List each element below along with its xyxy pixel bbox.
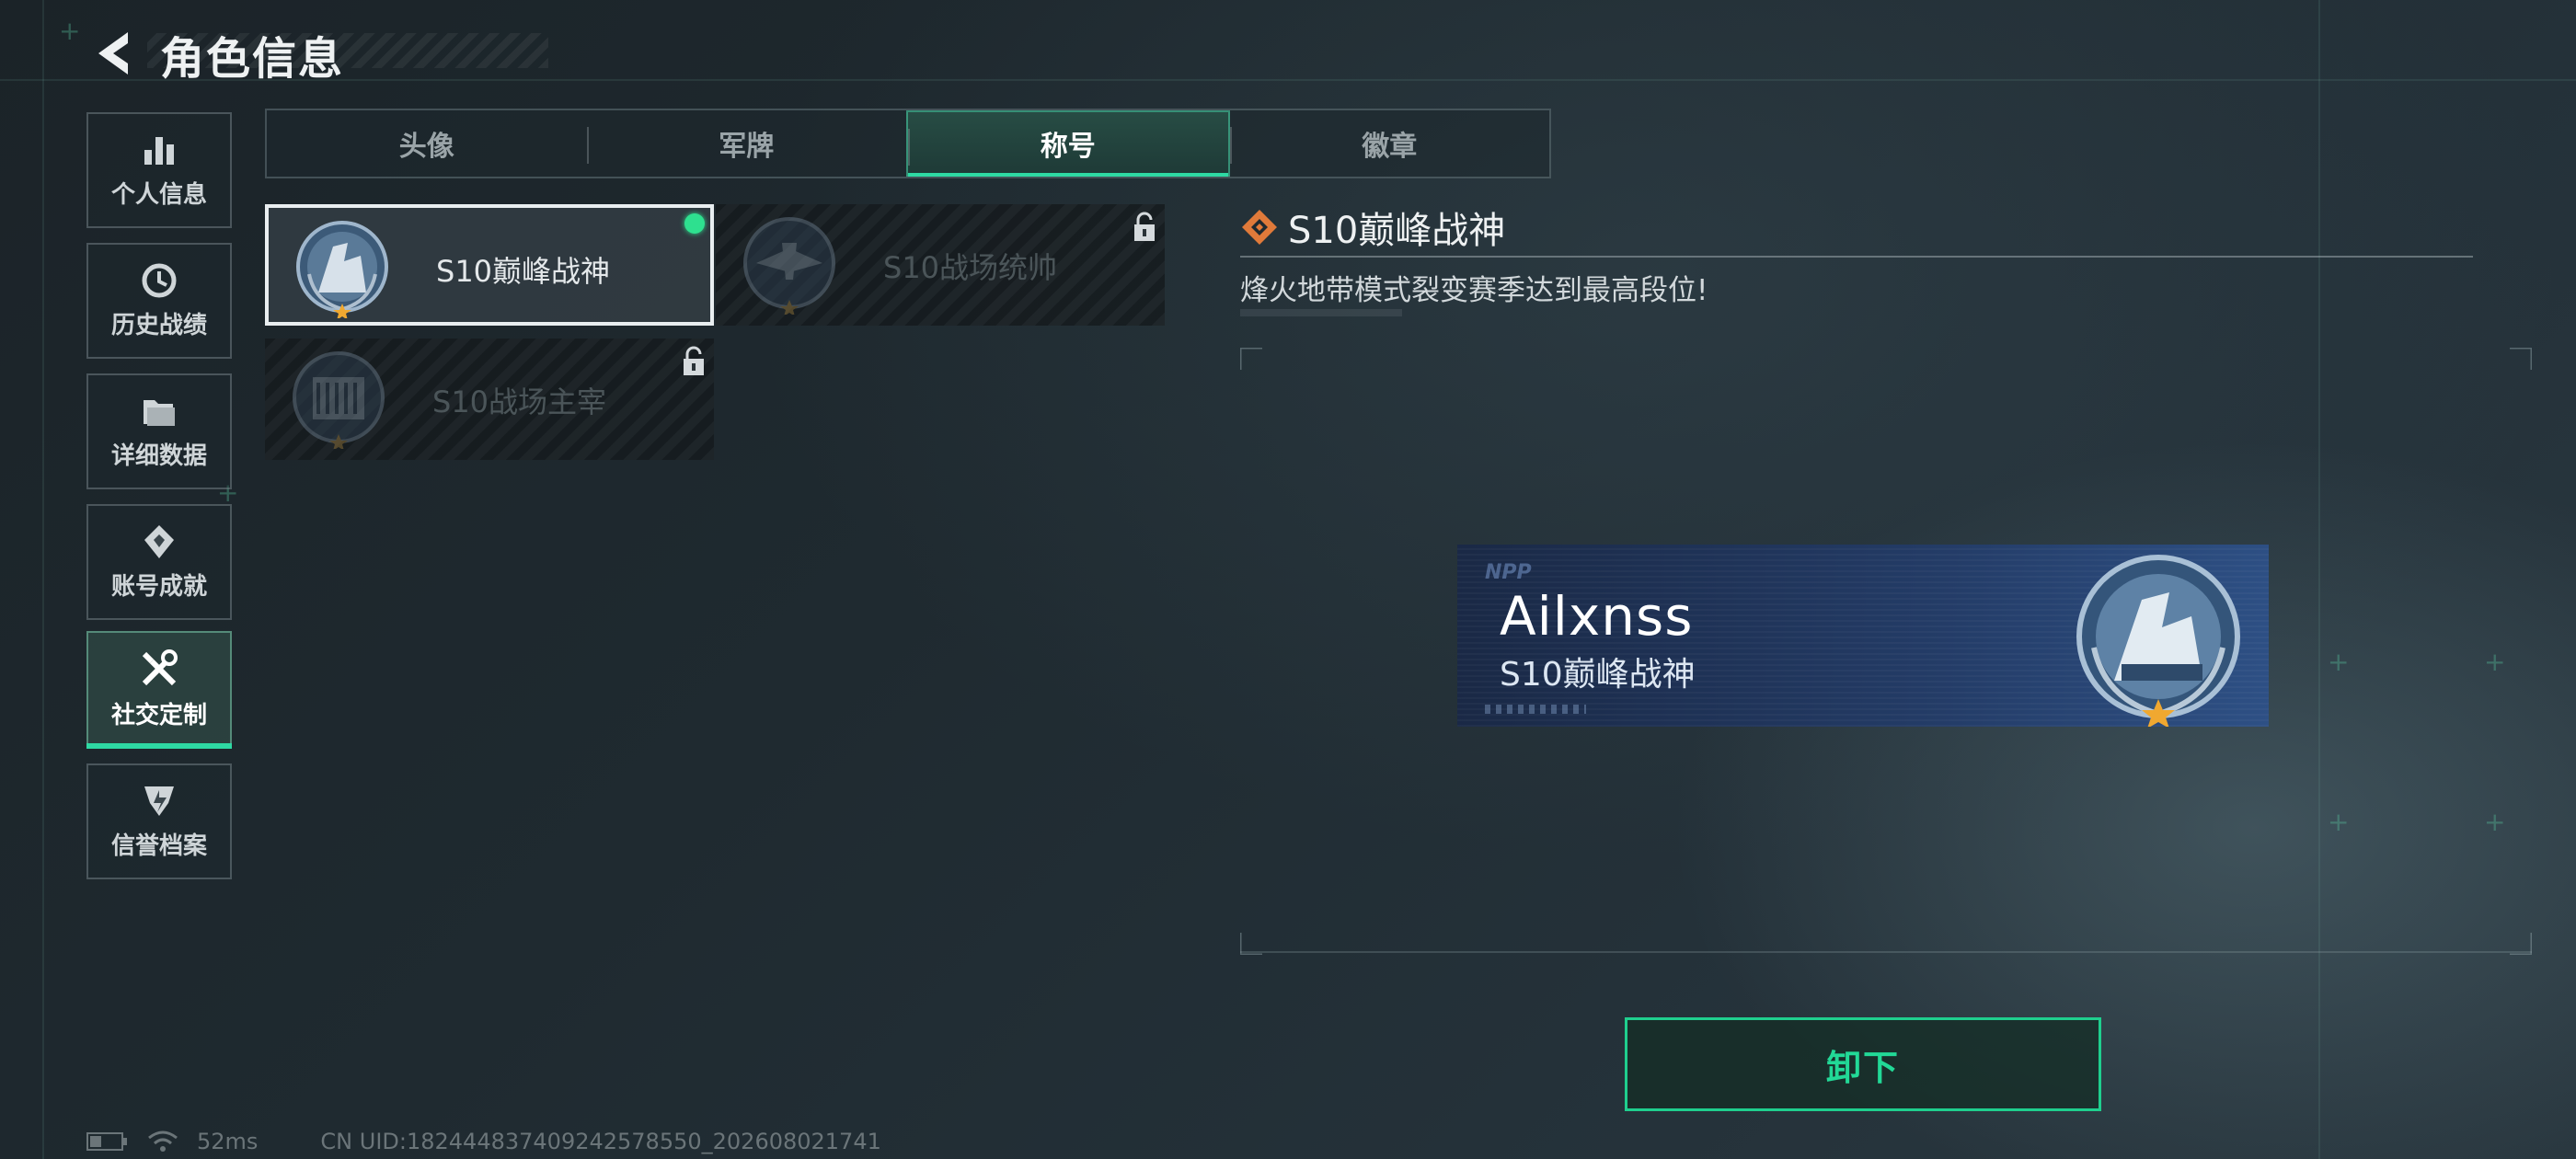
- title-name: S10战场主宰: [432, 384, 607, 419]
- medal-icon: [743, 217, 835, 315]
- banner-logo: NPP: [1485, 561, 1532, 584]
- back-button[interactable]: [85, 26, 140, 81]
- lock-icon: [1134, 212, 1155, 241]
- tools-icon: [142, 648, 178, 685]
- title-card-dominator[interactable]: S10战场主宰: [265, 339, 714, 460]
- chevron-left-icon: [98, 32, 128, 75]
- tab-avatar[interactable]: 头像: [267, 110, 587, 177]
- uid-text: CN UID:1824448374092425785​50_2026080217…: [320, 1129, 881, 1154]
- sidebar-item-social[interactable]: 社交定制: [86, 631, 232, 747]
- unequip-button[interactable]: 卸下: [1625, 1017, 2101, 1111]
- tab-badge[interactable]: 徽章: [1229, 110, 1550, 177]
- title-card-peak-god[interactable]: S10巅峰战神: [265, 204, 714, 326]
- achievement-icon: [144, 524, 174, 558]
- title-banner-preview: NPP Ailxnss S10巅峰战神: [1457, 545, 2269, 727]
- sidebar-item-history[interactable]: 历史战绩: [86, 243, 232, 359]
- detail-description: 烽火地带模式裂变赛季达到最高段位!: [1240, 274, 1708, 307]
- status-bar: 52ms CN UID:1824448374092425785​50_20260…: [86, 1128, 900, 1155]
- category-tabs: 头像 军牌 称号 徽章: [265, 109, 1551, 178]
- ping-value: 52ms: [197, 1129, 259, 1154]
- battery-icon: [86, 1131, 129, 1152]
- medal-icon: [293, 351, 385, 449]
- sidebar-item-label: 账号成就: [110, 572, 207, 601]
- preview-divider: [1240, 951, 2532, 953]
- sidebar-item-label: 社交定制: [110, 701, 207, 729]
- player-name: Ailxnss: [1500, 585, 1694, 648]
- sidebar-item-label: 个人信息: [110, 180, 207, 209]
- banner-decoration: [1485, 705, 1586, 714]
- medal-icon: [296, 221, 388, 318]
- wifi-icon: [147, 1130, 178, 1153]
- folder-icon: [144, 399, 175, 426]
- page-title: 角色信息: [160, 33, 345, 85]
- sidebar-item-label: 历史战绩: [110, 311, 207, 339]
- detail-decoration: [1240, 309, 1402, 316]
- title-name: S10巅峰战神: [436, 254, 611, 289]
- player-title: S10巅峰战神: [1500, 656, 1696, 694]
- lock-icon: [684, 346, 704, 375]
- title-category-icon: [1242, 210, 1277, 245]
- shield-icon: [144, 786, 174, 816]
- sidebar-item-data[interactable]: 详细数据: [86, 373, 232, 489]
- sidebar-active-indicator: [86, 743, 232, 749]
- bar-chart-icon: [144, 136, 174, 165]
- sidebar-item-profile[interactable]: 个人信息: [86, 112, 232, 228]
- sidebar-item-reputation[interactable]: 信誉档案: [86, 763, 232, 879]
- medal-icon: [2076, 555, 2240, 727]
- tab-dogtag[interactable]: 军牌: [586, 110, 907, 177]
- tab-title[interactable]: 称号: [906, 110, 1230, 177]
- history-icon: [142, 263, 177, 297]
- detail-title: S10巅峰战神: [1288, 210, 1506, 252]
- equipped-indicator: [684, 213, 705, 234]
- sidebar-item-label: 详细数据: [110, 442, 207, 470]
- detail-divider: [1240, 256, 2473, 258]
- title-name: S10战场统帅: [883, 250, 1058, 285]
- title-card-commander[interactable]: S10战场统帅: [716, 204, 1165, 326]
- sidebar-item-achievements[interactable]: 账号成就: [86, 504, 232, 620]
- sidebar-item-label: 信誉档案: [110, 832, 207, 860]
